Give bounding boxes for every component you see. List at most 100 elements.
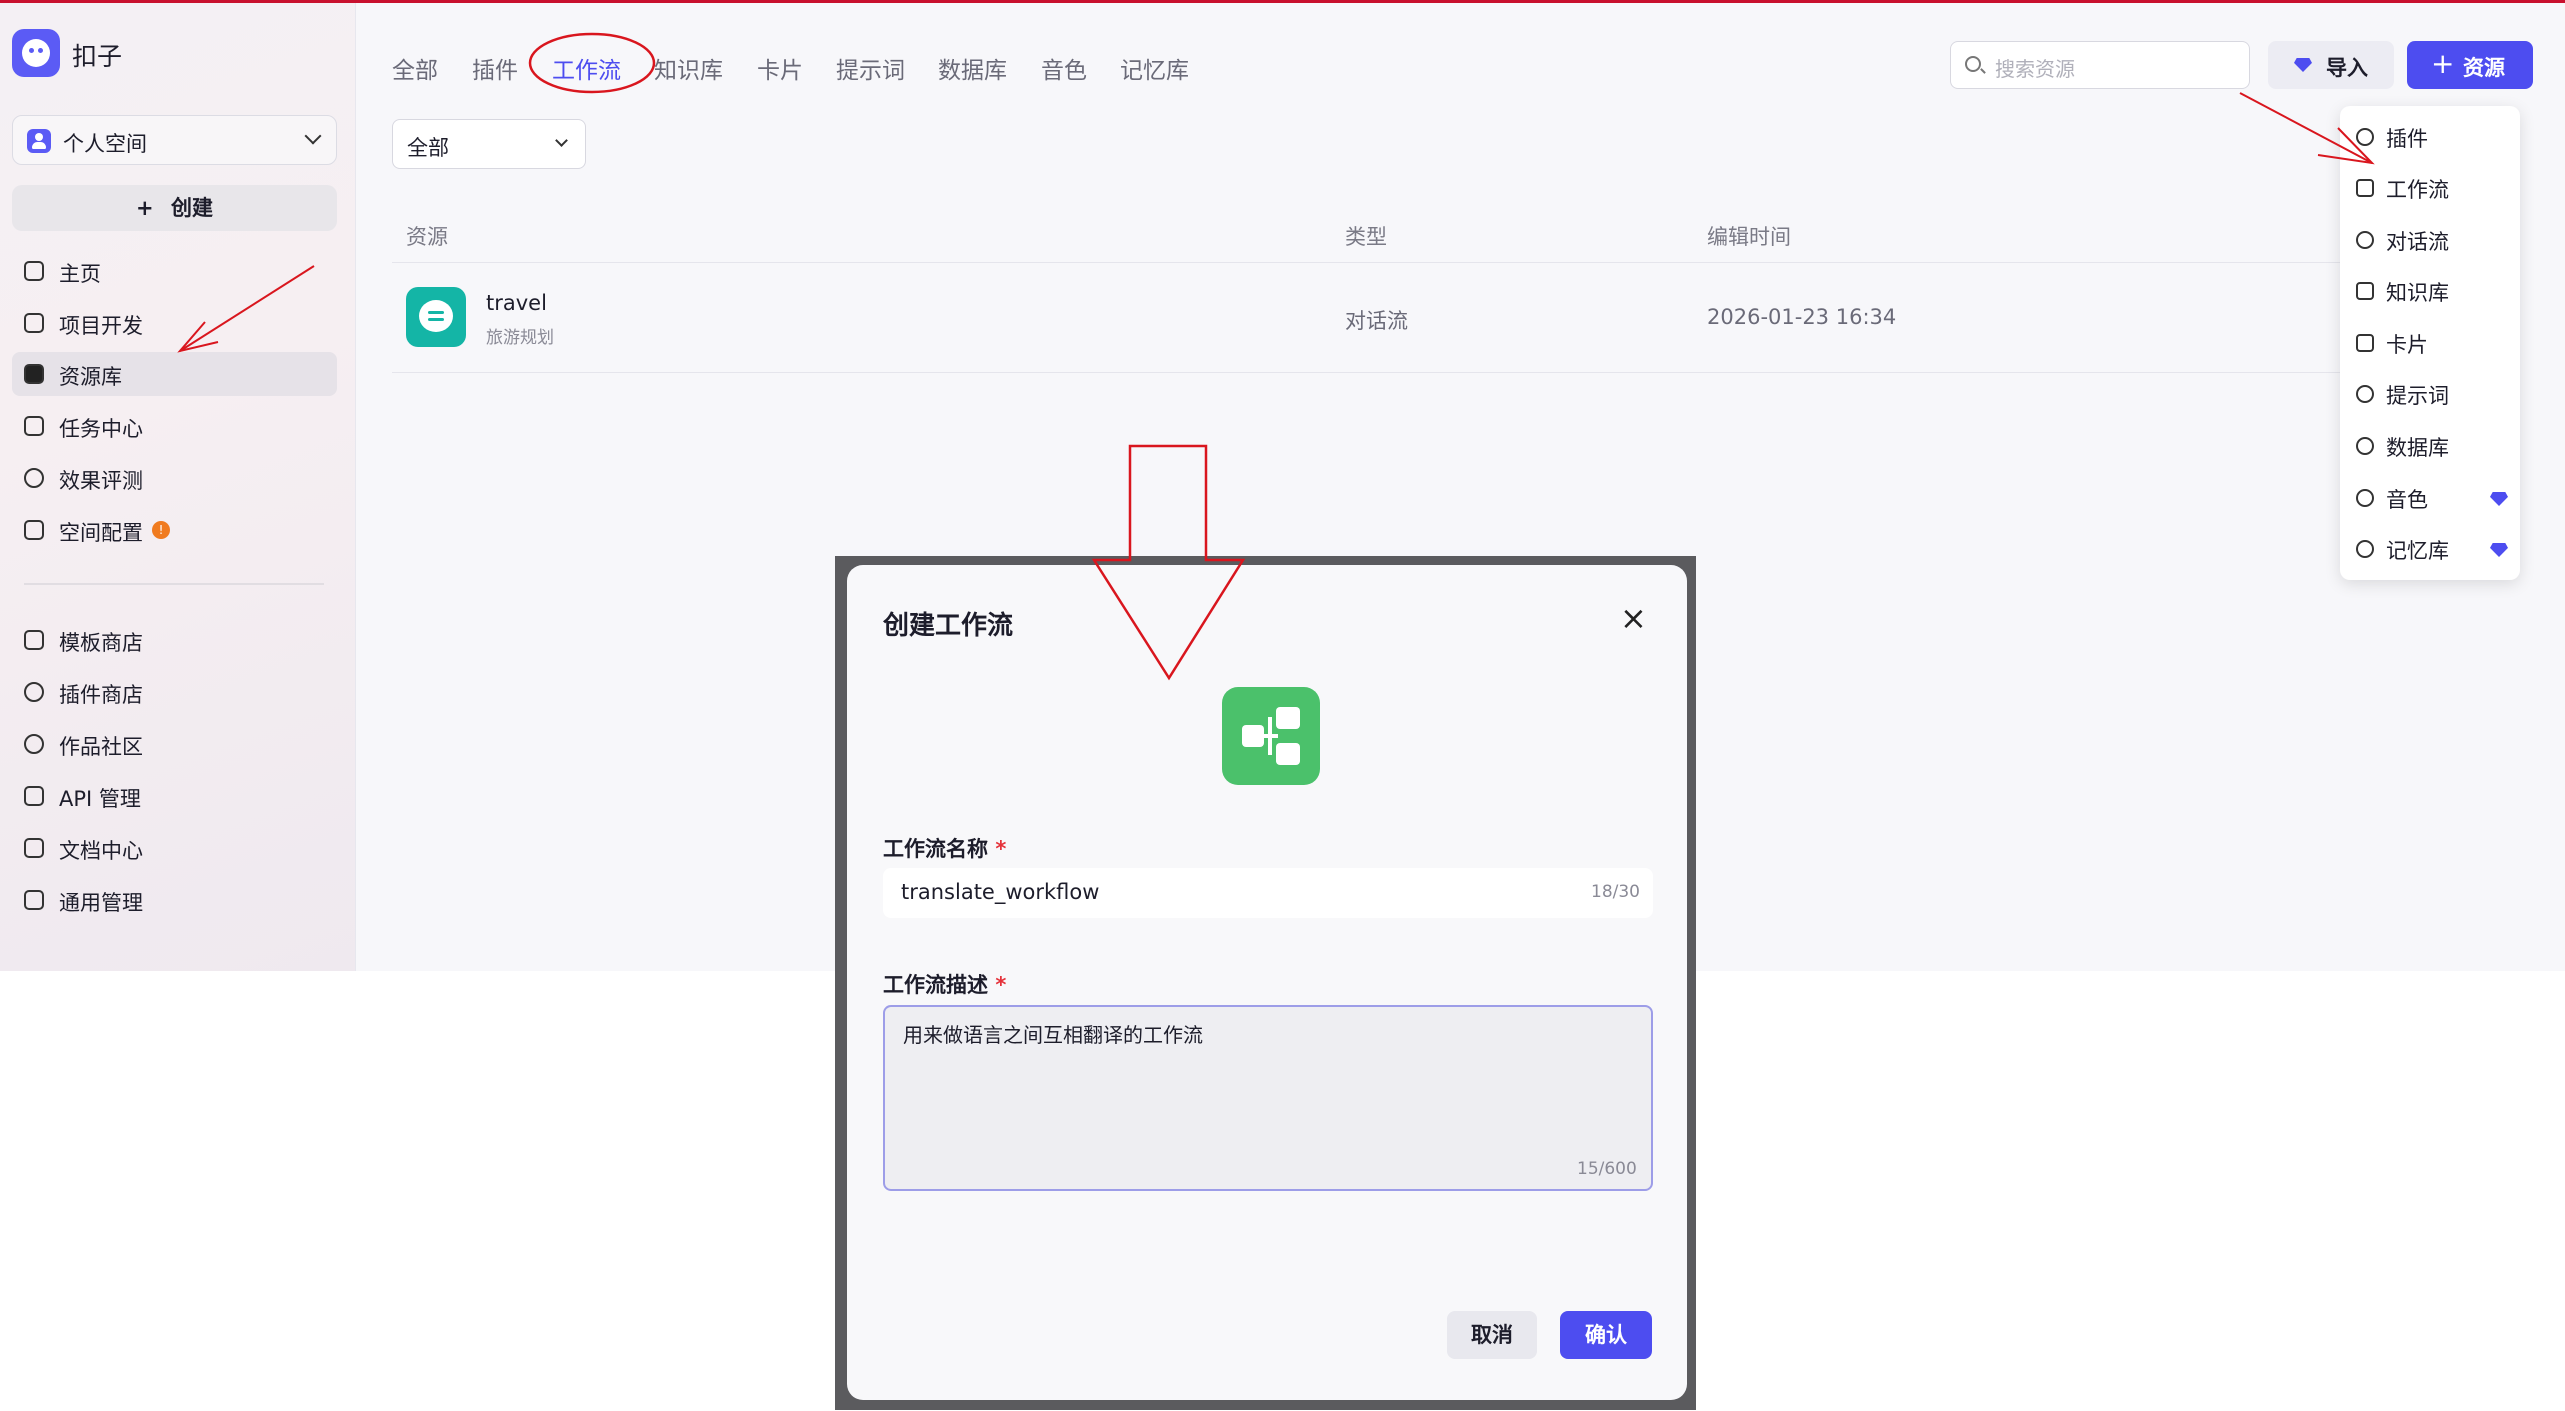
- sidebar-item-library[interactable]: 资源库: [12, 352, 337, 396]
- sidebar-item-label: 效果评测: [59, 469, 143, 493]
- sidebar-item-space-config[interactable]: 空间配置 !: [12, 508, 337, 552]
- column-header-edit-time: 编辑时间: [1707, 225, 1791, 249]
- menu-item-database[interactable]: 数据库: [2340, 424, 2520, 468]
- menu-item-voice[interactable]: 音色: [2340, 476, 2520, 520]
- required-mark: *: [995, 837, 1007, 861]
- sidebar-divider: [24, 583, 324, 585]
- sidebar-item-template-store[interactable]: 模板商店: [12, 618, 337, 662]
- memory-icon: [2356, 540, 2374, 558]
- notice-badge: !: [152, 521, 170, 539]
- workflow-app-icon: [1222, 687, 1320, 785]
- menu-item-card[interactable]: 卡片: [2340, 321, 2520, 365]
- name-input-value: translate_workflow: [901, 880, 1100, 904]
- chatflow-icon: [406, 287, 466, 347]
- cancel-button[interactable]: 取消: [1447, 1311, 1537, 1359]
- close-icon[interactable]: ×: [1620, 599, 1647, 637]
- tab-prompt[interactable]: 提示词: [836, 51, 905, 85]
- plus-icon: +: [136, 196, 154, 220]
- resource-desc: 旅游规划: [486, 328, 554, 348]
- space-label: 个人空间: [63, 132, 147, 156]
- sidebar-item-label: 任务中心: [59, 417, 143, 441]
- sidebar-item-evaluation[interactable]: 效果评测: [12, 456, 337, 500]
- name-field-label: 工作流名称 *: [883, 837, 1007, 861]
- sidebar-item-docs[interactable]: 文档中心: [12, 826, 337, 870]
- sidebar-item-general[interactable]: 通用管理: [12, 878, 337, 922]
- tab-all[interactable]: 全部: [392, 51, 438, 85]
- sidebar-item-label: 主页: [59, 262, 101, 286]
- workflow-icon: [2356, 179, 2374, 197]
- sidebar-item-label: 空间配置: [59, 521, 143, 545]
- column-header-resource: 资源: [406, 225, 448, 249]
- space-selector[interactable]: 个人空间: [12, 115, 337, 165]
- sidebar-item-tasks[interactable]: 任务中心: [12, 404, 337, 448]
- menu-item-label: 知识库: [2386, 281, 2449, 305]
- tab-knowledge[interactable]: 知识库: [654, 51, 723, 85]
- plus-icon: +: [2431, 47, 2455, 80]
- menu-item-knowledge[interactable]: 知识库: [2340, 269, 2520, 313]
- chevron-down-icon: [555, 134, 568, 147]
- tab-voice[interactable]: 音色: [1041, 51, 1087, 85]
- tab-workflow[interactable]: 工作流: [552, 51, 621, 85]
- add-resource-button[interactable]: + 资源: [2407, 41, 2533, 89]
- import-button[interactable]: 导入: [2268, 41, 2394, 89]
- chevron-down-icon: [304, 127, 322, 145]
- menu-item-memory[interactable]: 记忆库: [2340, 527, 2520, 571]
- confirm-button[interactable]: 确认: [1560, 1311, 1652, 1359]
- column-header-type: 类型: [1345, 225, 1387, 249]
- menu-item-label: 音色: [2386, 488, 2428, 512]
- chat-bubble-icon: [2356, 231, 2374, 249]
- filter-value: 全部: [407, 136, 449, 160]
- menu-item-label: 插件: [2386, 127, 2428, 151]
- sidebar-item-label: 作品社区: [59, 735, 143, 759]
- resource-type: 对话流: [1345, 309, 1408, 333]
- workflow-description-textarea[interactable]: 用来做语言之间互相翻译的工作流 15/600: [883, 1005, 1653, 1191]
- menu-item-prompt[interactable]: 提示词: [2340, 372, 2520, 416]
- diamond-icon: [2294, 58, 2312, 72]
- sidebar-item-label: API 管理: [59, 787, 141, 811]
- sidebar-item-home[interactable]: 主页: [12, 249, 337, 293]
- create-button[interactable]: + 创建: [12, 185, 337, 231]
- desc-char-count: 15/600: [1577, 1159, 1637, 1179]
- tab-memory[interactable]: 记忆库: [1120, 51, 1189, 85]
- user-icon: [27, 129, 51, 153]
- type-filter-select[interactable]: 全部: [392, 119, 586, 169]
- tab-database[interactable]: 数据库: [938, 51, 1007, 85]
- voice-icon: [2356, 489, 2374, 507]
- card-icon: [2356, 334, 2374, 352]
- sidebar-item-projects[interactable]: 项目开发: [12, 301, 337, 345]
- document-icon: [24, 838, 44, 858]
- create-label: 创建: [170, 196, 213, 220]
- desc-field-label: 工作流描述 *: [883, 973, 1007, 997]
- menu-item-label: 卡片: [2386, 333, 2428, 357]
- tab-plugin[interactable]: 插件: [472, 51, 518, 85]
- coze-logo-icon[interactable]: [12, 29, 60, 77]
- diamond-icon: [2490, 492, 2508, 506]
- sidebar-item-label: 资源库: [59, 365, 122, 389]
- resource-name: travel: [486, 291, 547, 315]
- task-check-icon: [24, 416, 44, 436]
- resource-edit-time: 2026-01-23 16:34: [1707, 305, 1897, 329]
- menu-item-label: 数据库: [2386, 436, 2449, 460]
- menu-item-workflow[interactable]: 工作流: [2340, 166, 2520, 210]
- menu-item-chatflow[interactable]: 对话流: [2340, 218, 2520, 262]
- planet-icon: [24, 734, 44, 754]
- required-mark: *: [995, 973, 1007, 997]
- name-char-count: 18/30: [1591, 882, 1640, 902]
- search-input[interactable]: 搜索资源: [1950, 41, 2250, 89]
- gauge-icon: [24, 468, 44, 488]
- menu-item-plugin[interactable]: 插件: [2340, 115, 2520, 159]
- sidebar-item-community[interactable]: 作品社区: [12, 722, 337, 766]
- search-placeholder: 搜索资源: [1995, 57, 2075, 81]
- menu-item-label: 对话流: [2386, 230, 2449, 254]
- sidebar-item-api[interactable]: API 管理: [12, 774, 337, 818]
- menu-item-label: 提示词: [2386, 384, 2449, 408]
- tab-card[interactable]: 卡片: [757, 51, 803, 85]
- header-divider: [392, 262, 2392, 263]
- sidebar-item-label: 模板商店: [59, 631, 143, 655]
- plugin-icon: [2356, 128, 2374, 146]
- sidebar-item-plugin-store[interactable]: 插件商店: [12, 670, 337, 714]
- workflow-name-input[interactable]: translate_workflow 18/30: [883, 868, 1653, 918]
- grid-icon: [24, 630, 44, 650]
- book-icon: [2356, 282, 2374, 300]
- menu-item-label: 记忆库: [2386, 539, 2449, 563]
